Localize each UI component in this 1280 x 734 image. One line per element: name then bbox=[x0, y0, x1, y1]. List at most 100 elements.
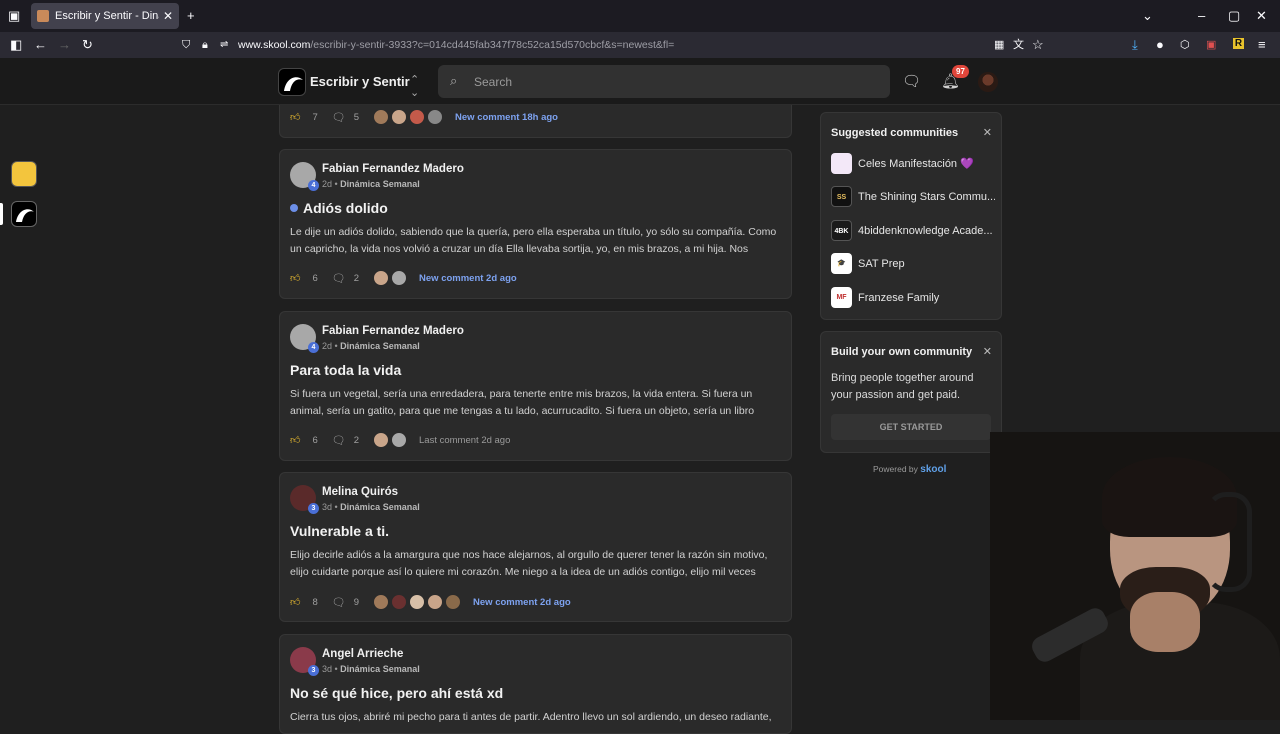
post-excerpt[interactable]: Elijo decirle adiós a la amargura que no… bbox=[290, 547, 783, 581]
extensions-icon[interactable]: ⬡ bbox=[1180, 38, 1190, 52]
post-card[interactable]: 3 Angel Arrieche 3d • Dinámica Semanal N… bbox=[279, 634, 792, 734]
community-item[interactable]: MF Franzese Family bbox=[831, 287, 995, 308]
post-card[interactable]: 3 Melina Quirós 3d • Dinámica Semanal Vu… bbox=[279, 472, 792, 622]
search-placeholder: Search bbox=[474, 74, 513, 89]
new-tab-icon[interactable]: + bbox=[187, 8, 195, 24]
menu-icon[interactable]: ≡ bbox=[1258, 38, 1266, 52]
back-icon[interactable]: ← bbox=[34, 38, 47, 52]
like-icon[interactable]: 👍︎ bbox=[290, 596, 300, 608]
suggested-title: Suggested communities bbox=[831, 127, 959, 139]
community-icon bbox=[831, 153, 852, 174]
group-switcher-chevron-icon[interactable]: ⌃ ⌄ bbox=[410, 73, 419, 99]
like-icon[interactable]: 👍︎ bbox=[290, 434, 300, 446]
group-logo-icon[interactable] bbox=[278, 68, 306, 96]
active-community-marker bbox=[0, 203, 3, 225]
last-activity[interactable]: New comment 2d ago bbox=[473, 597, 571, 608]
suggested-communities-panel: Suggested communities ✕ Celes Manifestac… bbox=[820, 112, 1002, 320]
post-age: 2d bbox=[322, 341, 333, 351]
author-name[interactable]: Fabian Fernandez Madero bbox=[322, 325, 464, 337]
post-actions: 👍︎ 6 🗨︎ 2 Last comment 2d ago bbox=[290, 432, 510, 448]
extension-r-icon[interactable]: R bbox=[1233, 38, 1244, 49]
community-cat-icon[interactable] bbox=[11, 161, 37, 187]
post-excerpt[interactable]: Si fuera un vegetal, sería una enredader… bbox=[290, 386, 783, 420]
commenter-avatars bbox=[373, 594, 463, 610]
post-age: 3d bbox=[322, 502, 333, 512]
sidebar-toggle-icon[interactable]: ◧ bbox=[10, 38, 22, 52]
post-title[interactable]: Vulnerable a ti. bbox=[290, 523, 389, 539]
last-activity[interactable]: New comment 2d ago bbox=[419, 273, 517, 284]
post-title[interactable]: Para toda la vida bbox=[290, 362, 401, 378]
bookmark-star-icon[interactable]: ☆ bbox=[1032, 38, 1044, 52]
like-icon[interactable]: 👍︎ bbox=[290, 111, 300, 123]
last-activity[interactable]: Last comment 2d ago bbox=[419, 435, 510, 446]
webcam-overlay bbox=[990, 432, 1280, 720]
tab-overflow-chevron-icon[interactable]: ⌄ bbox=[1142, 8, 1153, 24]
comment-count: 2 bbox=[353, 272, 360, 284]
download-icon[interactable]: ⤓ bbox=[1132, 38, 1138, 52]
post-title[interactable]: Adiós dolido bbox=[290, 200, 388, 216]
post-card[interactable]: 4 Fabian Fernandez Madero 2d • Dinámica … bbox=[279, 311, 792, 461]
community-item[interactable]: Celes Manifestación 💜 bbox=[831, 153, 995, 174]
extension-red-icon[interactable]: ▣ bbox=[1206, 38, 1216, 52]
level-badge: 4 bbox=[308, 342, 319, 353]
get-started-button[interactable]: GET STARTED bbox=[831, 414, 991, 440]
account-icon[interactable]: ● bbox=[1156, 38, 1164, 52]
commenter-avatars bbox=[373, 109, 445, 125]
address-bar[interactable]: www.skool.com/escribir-y-sentir-3933?c=0… bbox=[238, 34, 1118, 56]
post-age: 2d bbox=[322, 179, 333, 189]
comment-icon[interactable]: 🗨︎ bbox=[332, 111, 346, 124]
community-escribir-icon[interactable] bbox=[11, 201, 37, 227]
post-title[interactable]: No sé qué hice, pero ahí está xd bbox=[290, 685, 503, 701]
group-name[interactable]: Escribir y Sentir bbox=[310, 74, 410, 89]
author-name[interactable]: Angel Arrieche bbox=[322, 648, 403, 660]
comment-icon[interactable]: 🗨︎ bbox=[332, 272, 346, 285]
search-input[interactable]: ⌕ Search bbox=[438, 65, 890, 98]
post-category[interactable]: Dinámica Semanal bbox=[340, 179, 420, 189]
community-icon: MF bbox=[831, 287, 852, 308]
community-item[interactable]: 🎓 SAT Prep bbox=[831, 253, 995, 274]
comment-icon[interactable]: 🗨︎ bbox=[332, 434, 346, 447]
community-name: 4biddenknowledge Acade... bbox=[858, 224, 993, 237]
browser-tab-bar: ▣ Escribir y Sentir - Dinámica Semanal ✕… bbox=[0, 0, 1280, 32]
url-path: /escribir-y-sentir-3933?c=014cd445fab347… bbox=[310, 39, 675, 51]
forward-icon[interactable]: → bbox=[58, 38, 71, 52]
translate-icon[interactable]: 文 bbox=[1013, 38, 1024, 52]
like-icon[interactable]: 👍︎ bbox=[290, 272, 300, 284]
maximize-icon[interactable]: ▢ bbox=[1228, 8, 1240, 24]
community-item[interactable]: 4BK 4biddenknowledge Acade... bbox=[831, 220, 995, 241]
reload-icon[interactable]: ↻ bbox=[82, 38, 93, 52]
chat-icon[interactable]: 🗨︎ bbox=[902, 72, 921, 90]
screenshot-icon[interactable]: ▦ bbox=[994, 38, 1004, 52]
skool-logo: skool bbox=[920, 464, 947, 475]
search-icon: ⌕ bbox=[450, 73, 458, 88]
close-icon[interactable]: ✕ bbox=[983, 345, 992, 358]
post-excerpt[interactable]: Le dije un adiós dolido, sabiendo que la… bbox=[290, 224, 783, 258]
post-category[interactable]: Dinámica Semanal bbox=[340, 502, 420, 512]
post-category[interactable]: Dinámica Semanal bbox=[340, 341, 420, 351]
browser-tab[interactable]: Escribir y Sentir - Dinámica Semanal ✕ bbox=[31, 3, 179, 29]
build-text: Bring people together around your passio… bbox=[831, 372, 974, 401]
tab-favicon-icon bbox=[37, 10, 49, 22]
author-name[interactable]: Fabian Fernandez Madero bbox=[322, 163, 464, 175]
post-excerpt[interactable]: Cierra tus ojos, abriré mi pecho para ti… bbox=[290, 709, 783, 726]
close-window-icon[interactable]: ✕ bbox=[1256, 8, 1267, 24]
permissions-icon[interactable]: ⇌ bbox=[220, 38, 228, 52]
user-avatar[interactable] bbox=[978, 72, 998, 92]
webcam-person-hand bbox=[1130, 592, 1200, 652]
post-card[interactable]: 4 Fabian Fernandez Madero 2d • Dinámica … bbox=[279, 149, 792, 299]
like-count: 6 bbox=[312, 434, 318, 446]
tab-list-icon[interactable]: ▣ bbox=[8, 8, 20, 24]
powered-by[interactable]: Powered by skool bbox=[873, 464, 946, 475]
shield-icon[interactable]: ⛉ bbox=[182, 38, 190, 52]
minimize-icon[interactable]: – bbox=[1198, 8, 1205, 24]
lock-icon[interactable]: 🔒︎ bbox=[202, 38, 208, 52]
last-activity[interactable]: New comment 18h ago bbox=[455, 112, 558, 123]
close-tab-icon[interactable]: ✕ bbox=[163, 9, 173, 23]
post-meta: 2d • Dinámica Semanal bbox=[322, 341, 420, 351]
community-item[interactable]: SS The Shining Stars Commu... bbox=[831, 186, 995, 207]
community-name: Celes Manifestación 💜 bbox=[858, 158, 974, 170]
post-category[interactable]: Dinámica Semanal bbox=[340, 664, 420, 674]
comment-icon[interactable]: 🗨︎ bbox=[332, 596, 346, 609]
author-name[interactable]: Melina Quirós bbox=[322, 486, 398, 498]
close-icon[interactable]: ✕ bbox=[983, 126, 992, 139]
